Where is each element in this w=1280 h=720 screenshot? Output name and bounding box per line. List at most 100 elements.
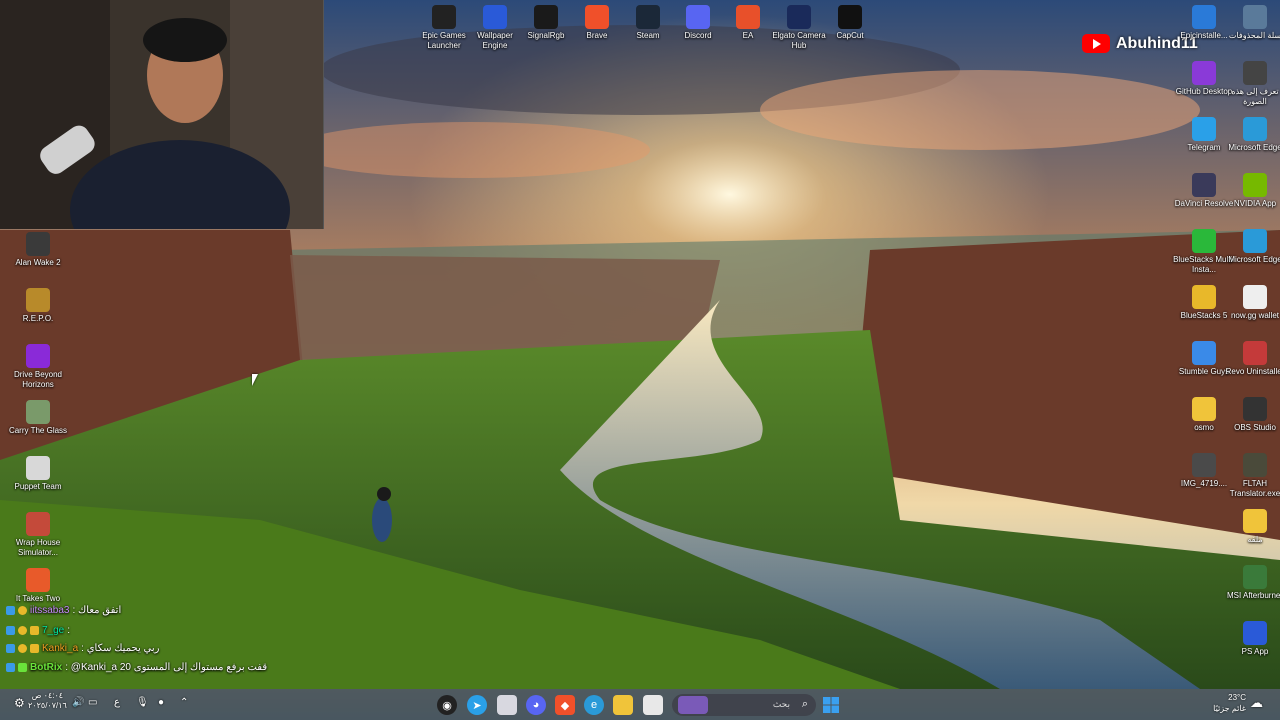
capcut-icon xyxy=(838,5,862,29)
desktop-shortcut[interactable]: R.E.P.O. xyxy=(7,288,69,324)
badge-icon xyxy=(6,663,15,672)
desktop-shortcut-label: NVIDIA App xyxy=(1233,199,1277,208)
weather-desc: غائم جزئيًا xyxy=(1213,704,1246,713)
bluestacks-5-icon xyxy=(1192,285,1216,309)
repo-icon xyxy=(26,288,50,312)
desktop-shortcut[interactable]: Revo Uninstaller xyxy=(1224,341,1280,377)
mouse-cursor-icon xyxy=(252,374,258,386)
alan-wake-2-icon xyxy=(26,232,50,256)
weather-temp: 23°C xyxy=(1228,693,1246,702)
discord-taskbar-icon[interactable]: ◕ xyxy=(526,695,546,715)
clock-date: ٢٠٢٥/٠٧/١٦ xyxy=(28,701,67,710)
epic-games-icon xyxy=(432,5,456,29)
desktop-shortcut-label: ملفه xyxy=(1247,535,1263,544)
desktop-shortcut[interactable]: PS App xyxy=(1224,621,1280,657)
microphone-icon[interactable]: 🎙 xyxy=(136,697,149,708)
chat-message: 7_ge : xyxy=(6,625,326,636)
badge-icon xyxy=(6,644,15,653)
tray-app-icon[interactable]: ● xyxy=(158,697,164,708)
fltah-translator-icon xyxy=(1243,453,1267,477)
chat-message: iitssaba3 : اتفق معاك xyxy=(6,605,326,616)
revo-uninstaller-icon xyxy=(1243,341,1267,365)
chat-text: : @Kanki_a قفت برفع مستواك إلى المستوى 2… xyxy=(65,662,268,673)
obs-studio-icon xyxy=(1243,397,1267,421)
desktop-shortcut[interactable]: Drive Beyond Horizons xyxy=(7,344,69,390)
desktop-shortcut-label: now.gg wallet xyxy=(1230,311,1280,320)
notepad-taskbar-icon[interactable] xyxy=(643,695,663,715)
desktop-shortcut[interactable]: NVIDIA App xyxy=(1224,173,1280,209)
weather-widget[interactable]: 23°C غائم جزئيًا xyxy=(1210,692,1246,714)
edge-taskbar-icon[interactable]: e xyxy=(584,695,604,715)
desktop-shortcut[interactable]: It Takes Two xyxy=(7,568,69,604)
app-taskbar-icon[interactable] xyxy=(497,695,517,715)
volume-icon[interactable]: 🔊 xyxy=(72,697,84,708)
drive-beyond-horizons-icon xyxy=(26,344,50,368)
stumble-guys-icon xyxy=(1192,341,1216,365)
desktop-shortcut[interactable]: Carry The Glass xyxy=(7,400,69,436)
desktop-shortcut[interactable]: OBS Studio xyxy=(1224,397,1280,433)
desktop-shortcut[interactable]: تعرف إلى هذه الصورة xyxy=(1224,61,1280,107)
discord-icon xyxy=(686,5,710,29)
obs-taskbar-icon[interactable]: ◉ xyxy=(437,695,457,715)
desktop-shortcut[interactable]: Microsoft Edge xyxy=(1224,229,1280,265)
chat-username: 7_ge xyxy=(42,625,65,636)
epic-installer-icon xyxy=(1192,5,1216,29)
badge-icon xyxy=(30,626,39,635)
desktop-shortcut[interactable]: Puppet Team xyxy=(7,456,69,492)
file-explorer-icon[interactable] xyxy=(613,695,633,715)
search-icon: ⌕ xyxy=(801,698,808,710)
desktop-shortcut[interactable]: Microsoft Edge xyxy=(1224,117,1280,153)
language-indicator[interactable]: ع xyxy=(114,697,120,708)
desktop-shortcut-label: Drive Beyond Horizons xyxy=(13,370,63,389)
recycle-bin-icon xyxy=(1243,5,1267,29)
image-file-icon xyxy=(1192,453,1216,477)
bluestacks-multi-icon xyxy=(1192,229,1216,253)
chevron-up-icon[interactable]: ⌃ xyxy=(180,697,188,708)
badge-icon xyxy=(18,644,27,653)
start-button[interactable] xyxy=(821,695,841,715)
desktop-shortcut[interactable]: Alan Wake 2 xyxy=(7,232,69,268)
desktop-shortcut-label: PS App xyxy=(1241,647,1269,656)
chat-message: Kanki_a : ربي يحميك سكاي xyxy=(6,643,326,654)
document-icon xyxy=(1243,285,1267,309)
desktop-shortcut-label: It Takes Two xyxy=(15,594,61,603)
clock-time: ٠٤:٠٤ ص xyxy=(31,691,64,700)
search-placeholder: بحث xyxy=(772,699,790,709)
network-icon[interactable]: ▭ xyxy=(88,697,97,708)
desktop-shortcut[interactable]: MSI Afterburner xyxy=(1224,565,1280,601)
desktop-shortcut[interactable]: سلة المحذوفات xyxy=(1224,5,1280,41)
chat-text: : xyxy=(67,625,71,636)
search-input[interactable]: بحث ⌕ xyxy=(672,694,816,716)
desktop-shortcut[interactable]: now.gg wallet xyxy=(1224,285,1280,321)
wrap-house-simulator-icon xyxy=(26,512,50,536)
badge-icon xyxy=(30,644,39,653)
it-takes-two-icon xyxy=(26,568,50,592)
badge-icon xyxy=(18,626,27,635)
puppet-team-icon xyxy=(26,456,50,480)
signalrgb-icon xyxy=(534,5,558,29)
carry-the-glass-icon xyxy=(26,400,50,424)
brave-icon xyxy=(585,5,609,29)
brave-taskbar-icon[interactable]: ◆ xyxy=(555,695,575,715)
desktop-shortcut-label: Microsoft Edge xyxy=(1228,255,1280,264)
edge-icon xyxy=(1243,229,1267,253)
desktop-shortcut-label: Revo Uninstaller xyxy=(1225,367,1280,376)
desktop-shortcut[interactable]: FLTAH Translator.exe xyxy=(1224,453,1280,499)
nvidia-app-icon xyxy=(1243,173,1267,197)
telegram-taskbar-icon[interactable]: ➤ xyxy=(467,695,487,715)
badge-icon xyxy=(18,606,27,615)
badge-icon xyxy=(6,606,15,615)
desktop-shortcut-label: R.E.P.O. xyxy=(22,314,54,323)
desktop-shortcut-label: Wrap House Simulator... xyxy=(15,538,61,557)
desktop-shortcut-label: Puppet Team xyxy=(14,482,62,491)
desktop-shortcut-label: CapCut xyxy=(836,31,864,40)
folder-icon xyxy=(1243,509,1267,533)
msi-afterburner-icon xyxy=(1243,565,1267,589)
settings-icon[interactable]: ⚙ xyxy=(14,696,25,710)
desktop-shortcut[interactable]: ملفه xyxy=(1224,509,1280,545)
desktop-shortcut[interactable]: Wrap House Simulator... xyxy=(7,512,69,558)
clock[interactable]: ٠٤:٠٤ ص ٢٠٢٥/٠٧/١٦ xyxy=(28,691,67,711)
chat-text: : اتفق معاك xyxy=(72,605,122,616)
desktop-shortcut-label: Alan Wake 2 xyxy=(15,258,61,267)
desktop-shortcut[interactable]: CapCut xyxy=(819,5,881,41)
